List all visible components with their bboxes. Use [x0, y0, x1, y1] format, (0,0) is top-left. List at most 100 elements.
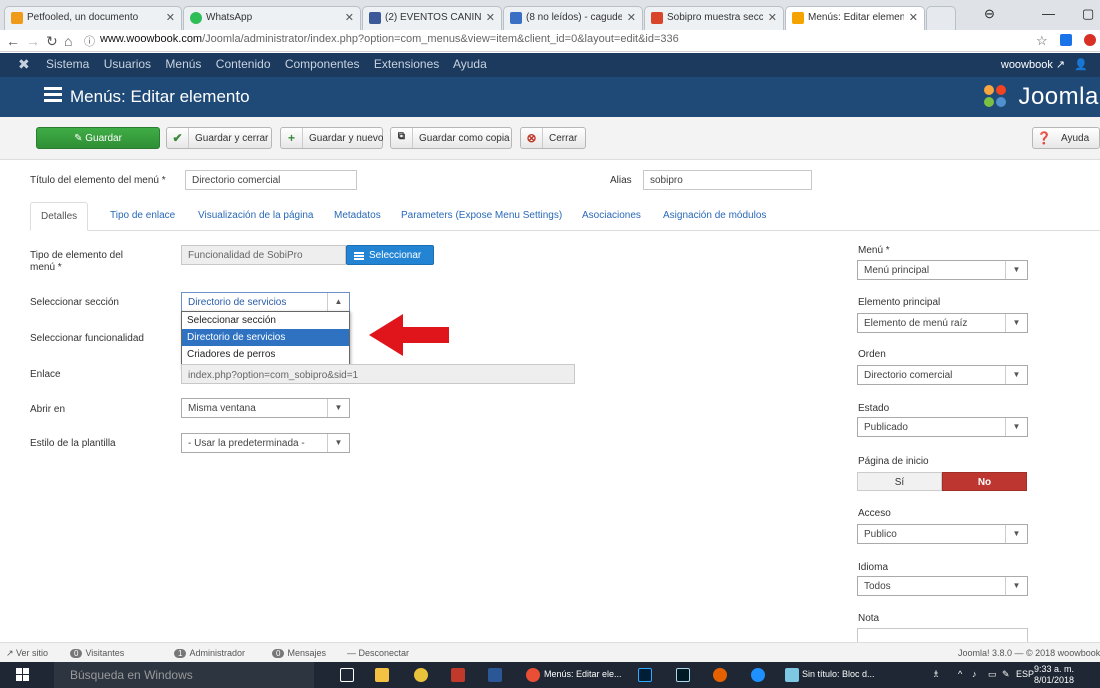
close-icon[interactable]: ✕	[486, 11, 495, 24]
browser-tab[interactable]: (8 no leídos) - cagudelo ✕	[503, 6, 643, 30]
extension-icon[interactable]	[1060, 34, 1072, 46]
opera-extension-icon[interactable]	[1084, 34, 1096, 46]
site-link[interactable]: woowbook ↗ 👤	[1001, 58, 1088, 71]
task-view-icon[interactable]	[340, 668, 354, 682]
tab-parameters[interactable]: Parameters (Expose Menu Settings)	[401, 202, 562, 231]
save-new-button[interactable]: + Guardar y nuevo	[280, 127, 384, 149]
browser-tab[interactable]: Petfooled, un documento ✕	[4, 6, 182, 30]
windows-start-icon[interactable]	[16, 668, 30, 682]
close-icon[interactable]: ✕	[345, 11, 354, 24]
section-select[interactable]: Directorio de servicios ▲	[181, 292, 350, 312]
language-select[interactable]: Todos ▼	[857, 576, 1028, 596]
dropdown-option[interactable]: Criadores de perros	[182, 346, 349, 363]
note-input[interactable]	[857, 628, 1028, 642]
tab-tipo-enlace[interactable]: Tipo de enlace	[110, 202, 175, 231]
menu-ayuda[interactable]: Ayuda	[453, 57, 487, 71]
back-icon[interactable]: ←	[6, 33, 20, 49]
internet-explorer-icon[interactable]	[751, 668, 765, 682]
photoshop-icon[interactable]	[638, 668, 652, 682]
close-button[interactable]: ⊗ Cerrar	[520, 127, 586, 149]
select-type-button[interactable]: Seleccionar	[346, 245, 434, 265]
menu-menus[interactable]: Menús	[165, 57, 201, 71]
edit-tabs: Detalles Tipo de enlace Visualización de…	[30, 202, 1100, 231]
logout-link[interactable]: — Desconectar	[347, 648, 409, 658]
copy-icon: ⧉	[391, 128, 413, 148]
taskbar-app-notepad[interactable]: Sin título: Bloc d...	[802, 669, 875, 679]
list-icon	[44, 87, 62, 103]
menu-extensiones[interactable]: Extensiones	[374, 57, 439, 71]
open-in-select[interactable]: Misma ventana ▼	[181, 398, 350, 418]
notepad-icon[interactable]	[785, 668, 799, 682]
close-icon[interactable]: ✕	[627, 11, 636, 24]
minimize-icon[interactable]: —	[1042, 6, 1055, 21]
title-input[interactable]: Directorio comercial	[185, 170, 357, 190]
save-copy-button[interactable]: ⧉ Guardar como copia	[390, 127, 512, 149]
tab-metadatos[interactable]: Metadatos	[334, 202, 381, 231]
browser-tab[interactable]: (2) EVENTOS CANINOS ✕	[362, 6, 502, 30]
profile-icon[interactable]: ⊖	[984, 6, 995, 22]
alias-input[interactable]: sobipro	[643, 170, 812, 190]
menu-label: Menú *	[858, 245, 890, 256]
menu-usuarios[interactable]: Usuarios	[104, 57, 151, 71]
save-button[interactable]: ✎ Guardar	[36, 127, 160, 149]
menu-sistema[interactable]: Sistema	[46, 57, 89, 71]
menu-componentes[interactable]: Componentes	[285, 57, 360, 71]
maximize-icon[interactable]: ▢	[1082, 6, 1094, 22]
visitors-link[interactable]: 0 Visitantes	[70, 648, 124, 658]
chevron-down-icon: ▼	[1005, 525, 1027, 543]
people-icon[interactable]: ♗	[932, 669, 940, 680]
url-input[interactable]: www.woowbook.com/Joomla/administrator/in…	[100, 33, 679, 45]
save-close-button[interactable]: ✔ Guardar y cerrar	[166, 127, 272, 149]
tab-visualizacion[interactable]: Visualización de la página	[198, 202, 313, 231]
tab-asociaciones[interactable]: Asociaciones	[582, 202, 641, 231]
view-site-link[interactable]: ↗ Ver sitio	[6, 648, 48, 659]
network-icon[interactable]: ▭	[988, 669, 997, 680]
taskbar-clock[interactable]: 9:33 a. m. 8/01/2018	[1034, 664, 1074, 686]
app-icon[interactable]	[451, 668, 465, 682]
home-yes-option[interactable]: Sí	[857, 472, 942, 491]
close-icon[interactable]: ✕	[166, 11, 175, 24]
reload-icon[interactable]: ↻	[46, 33, 58, 50]
new-tab-button[interactable]	[926, 6, 956, 30]
sobipro-favicon-icon	[651, 12, 663, 24]
messages-link[interactable]: 0 Mensajes	[272, 648, 326, 658]
parent-select[interactable]: Elemento de menú raíz ▼	[857, 313, 1028, 333]
taskbar-app-chrome[interactable]: Menús: Editar ele...	[544, 669, 622, 679]
forward-icon[interactable]: →	[26, 33, 40, 49]
home-no-option[interactable]: No	[942, 472, 1027, 491]
bookmark-star-icon[interactable]: ☆	[1036, 33, 1048, 49]
file-explorer-icon[interactable]	[375, 668, 389, 682]
state-select[interactable]: Publicado ▼	[857, 417, 1028, 437]
tray-chevron-icon[interactable]: ^	[958, 669, 962, 679]
admins-link[interactable]: 1 Administrador	[174, 648, 245, 658]
browser-tab[interactable]: Sobipro muestra seccion ✕	[644, 6, 784, 30]
menu-contenido[interactable]: Contenido	[216, 57, 271, 71]
app-icon[interactable]	[414, 668, 428, 682]
close-icon[interactable]: ✕	[768, 11, 777, 24]
chrome-icon[interactable]	[526, 668, 540, 682]
order-select[interactable]: Directorio comercial ▼	[857, 365, 1028, 385]
dropdown-option[interactable]: Seleccionar sección	[182, 312, 349, 329]
browser-tab-active[interactable]: Menús: Editar elemento ✕	[785, 6, 925, 30]
pen-icon[interactable]: ✎	[1002, 669, 1010, 680]
help-button[interactable]: ❓ Ayuda	[1032, 127, 1100, 149]
browser-tab[interactable]: WhatsApp ✕	[183, 6, 361, 30]
access-select[interactable]: Publico ▼	[857, 524, 1028, 544]
close-icon[interactable]: ✕	[909, 11, 918, 24]
firefox-icon[interactable]	[713, 668, 727, 682]
template-style-select[interactable]: - Usar la predeterminada - ▼	[181, 433, 350, 453]
lightroom-icon[interactable]	[676, 668, 690, 682]
tab-detalles[interactable]: Detalles	[30, 202, 89, 231]
dropdown-option-selected[interactable]: Directorio de servicios	[182, 329, 349, 346]
taskbar-search-input[interactable]: Búsqueda en Windows	[54, 662, 314, 688]
menu-select[interactable]: Menú principal ▼	[857, 260, 1028, 280]
whatsapp-icon	[190, 12, 202, 24]
joomla-logo-icon[interactable]: ✖	[18, 56, 30, 73]
info-icon[interactable]: ⓘ	[84, 33, 95, 49]
language-indicator[interactable]: ESP	[1016, 669, 1034, 679]
user-icon[interactable]: 👤	[1074, 59, 1088, 71]
home-icon[interactable]: ⌂	[64, 33, 72, 49]
tab-asignacion-modulos[interactable]: Asignación de módulos	[663, 202, 766, 231]
word-icon[interactable]	[488, 668, 502, 682]
volume-icon[interactable]: ♪	[972, 669, 977, 679]
